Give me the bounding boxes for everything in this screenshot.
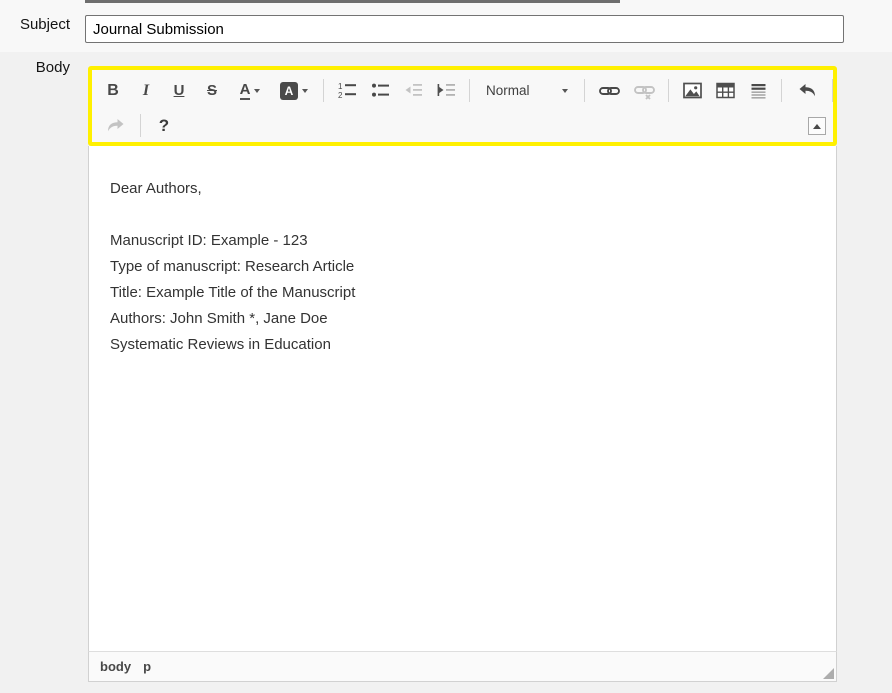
redo-icon: [105, 116, 126, 135]
toolbar-row-1: B I U S A A 1: [99, 73, 826, 108]
toolbar-separator: [323, 79, 324, 102]
increase-indent-icon: [437, 81, 456, 100]
unlink-button[interactable]: [629, 77, 659, 104]
content-line: Title: Example Title of the Manuscript: [110, 280, 816, 306]
table-button[interactable]: [711, 77, 739, 104]
toolbar-separator: [140, 114, 141, 137]
cropped-element-edge: [85, 0, 620, 3]
chevron-down-icon: [254, 89, 260, 93]
strikethrough-icon: S: [207, 82, 217, 99]
bulleted-list-button[interactable]: [366, 77, 394, 104]
toolbar-row-2: ?: [99, 108, 826, 143]
content-line: Systematic Reviews in Education: [110, 332, 816, 358]
help-icon: ?: [159, 116, 169, 136]
table-icon: [716, 81, 735, 100]
underline-button[interactable]: U: [165, 77, 193, 104]
editor-content[interactable]: Dear Authors, Manuscript ID: Example - 1…: [88, 146, 837, 651]
toolbar-separator: [584, 79, 585, 102]
resize-handle[interactable]: [823, 668, 834, 679]
bulleted-list-icon: [371, 81, 390, 100]
decrease-indent-button[interactable]: [399, 77, 427, 104]
background-color-button[interactable]: A: [274, 77, 314, 104]
toolbar-separator: [469, 79, 470, 102]
paragraph-format-select[interactable]: Normal: [479, 77, 575, 104]
link-icon: [599, 81, 620, 101]
toolbar-separator: [668, 79, 669, 102]
content-line: Type of manuscript: Research Article: [110, 254, 816, 280]
italic-button[interactable]: I: [132, 77, 160, 104]
path-item-body[interactable]: body: [100, 659, 131, 674]
line-spacing-icon: [749, 81, 768, 100]
help-button[interactable]: ?: [150, 112, 178, 139]
background-color-icon: A: [280, 82, 298, 100]
numbered-list-icon: 1 2: [338, 81, 357, 100]
bold-button[interactable]: B: [99, 77, 127, 104]
content-line: Authors: John Smith *, Jane Doe: [110, 306, 816, 332]
svg-text:1: 1: [338, 82, 343, 91]
bold-icon: B: [107, 82, 119, 100]
line-spacing-button[interactable]: [744, 77, 772, 104]
element-path-bar: body p: [88, 651, 837, 682]
text-color-icon: A: [240, 82, 251, 100]
chevron-down-icon: [562, 89, 568, 93]
toolbar-separator: [832, 79, 833, 102]
numbered-list-button[interactable]: 1 2: [333, 77, 361, 104]
image-icon: [683, 81, 702, 100]
redo-button[interactable]: [99, 112, 131, 139]
undo-button[interactable]: [791, 77, 823, 104]
unlink-icon: [634, 81, 655, 101]
image-button[interactable]: [678, 77, 706, 104]
content-line: [110, 202, 816, 228]
collapse-toolbar-button[interactable]: [808, 117, 826, 135]
svg-text:2: 2: [338, 91, 343, 100]
subject-label: Subject: [0, 16, 70, 33]
toolbar-highlight: B I U S A A 1: [88, 66, 837, 146]
content-line: Manuscript ID: Example - 123: [110, 228, 816, 254]
collapse-toolbar-icon: [813, 124, 821, 129]
path-item-p[interactable]: p: [143, 659, 151, 674]
paragraph-format-value: Normal: [486, 83, 530, 98]
strikethrough-button[interactable]: S: [198, 77, 226, 104]
chevron-down-icon: [302, 89, 308, 93]
content-line: Dear Authors,: [110, 176, 816, 202]
undo-icon: [797, 81, 818, 100]
toolbar-separator: [781, 79, 782, 102]
decrease-indent-icon: [404, 81, 423, 100]
increase-indent-button[interactable]: [432, 77, 460, 104]
underline-icon: U: [174, 82, 185, 99]
subject-input[interactable]: [85, 15, 844, 43]
rich-text-editor: B I U S A A 1: [88, 66, 837, 682]
italic-icon: I: [143, 82, 149, 100]
text-color-button[interactable]: A: [231, 77, 269, 104]
body-label: Body: [0, 59, 70, 76]
link-button[interactable]: [594, 77, 624, 104]
